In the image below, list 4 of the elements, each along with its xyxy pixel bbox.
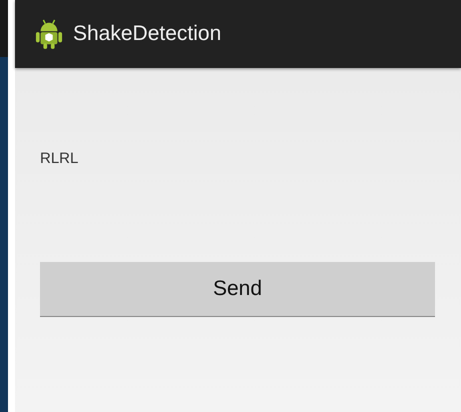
app-title: ShakeDetection [73,22,222,46]
send-button[interactable]: Send [40,262,435,317]
message-text: RLRL [40,150,78,167]
android-robot-icon [35,18,63,50]
